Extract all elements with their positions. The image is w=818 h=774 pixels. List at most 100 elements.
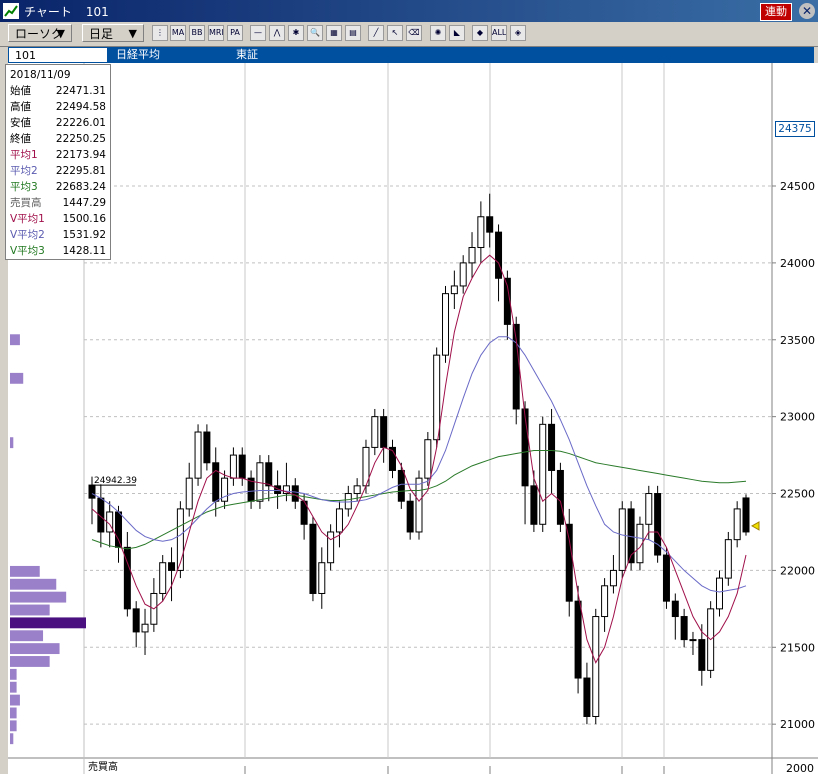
info-value: 22250.25: [55, 133, 106, 145]
info-row: 始値 22471.31: [10, 83, 106, 99]
volume-profile-bar: [10, 681, 17, 693]
candle-body: [618, 508, 626, 571]
candle-body: [203, 431, 211, 464]
candle-body: [168, 562, 176, 571]
candle-body: [715, 577, 723, 610]
info-label: V平均3: [10, 245, 45, 257]
moving-average-1-line: [91, 254, 747, 664]
volume-profile-bar: [10, 656, 50, 667]
info-value: 22471.31: [55, 85, 106, 97]
info-value: 1531.92: [62, 229, 106, 241]
info-label: 平均1: [10, 149, 38, 161]
volume-profile-bar: [10, 630, 44, 642]
volume-profile-bar: [10, 720, 17, 732]
volume-profile-bar: [10, 617, 86, 629]
candle-body: [539, 423, 547, 525]
candle-body: [609, 569, 617, 587]
candle-body: [680, 616, 688, 641]
candle-body: [662, 554, 670, 602]
info-label: 売買高: [10, 197, 42, 209]
candle-body: [318, 562, 326, 594]
candle-body: [406, 500, 414, 533]
volume-profile-bar: [10, 578, 57, 590]
candle-body: [645, 493, 653, 525]
candle-body: [327, 531, 335, 564]
candle-body: [450, 285, 458, 295]
candle-body: [353, 485, 361, 495]
info-row: 終値 22250.25: [10, 131, 106, 147]
volume-profile-bar: [10, 591, 67, 603]
volume-profile-bar: [10, 707, 17, 719]
candle-body: [742, 497, 750, 533]
candle-body: [548, 423, 556, 471]
candle-body: [371, 416, 379, 448]
candle-body: [291, 485, 299, 502]
y-tick-label: 24000: [780, 257, 815, 270]
candle-body: [698, 639, 706, 671]
info-value: 22173.94: [55, 149, 106, 161]
info-label: V平均1: [10, 213, 45, 225]
candle-body: [583, 677, 591, 717]
y-tick-label: 21500: [780, 641, 815, 654]
candle-body: [689, 639, 697, 642]
candle-body: [724, 539, 732, 579]
volume-profile-bar: [10, 372, 24, 384]
info-value: 1428.11: [62, 245, 106, 257]
info-row: 安値 22226.01: [10, 115, 106, 131]
info-row: 高値 22494.58: [10, 99, 106, 115]
ohlc-info-box: 2018/11/09 始値 22471.31 高値 22494.58 安値 22226.0…: [5, 64, 111, 260]
candle-body: [521, 408, 529, 487]
max-marker-label: 24942.39: [94, 476, 137, 486]
info-value: 22494.58: [55, 101, 106, 113]
y-tick-label: 23000: [780, 411, 815, 424]
info-value: 22226.01: [55, 117, 106, 129]
candle-body: [229, 454, 237, 479]
candle-body: [238, 454, 246, 479]
candle-body: [141, 623, 149, 633]
info-label: 高値: [10, 101, 31, 113]
candle-body: [592, 616, 600, 717]
volume-profile-bar: [10, 437, 14, 449]
info-date: 2018/11/09: [10, 69, 71, 81]
candle-body: [433, 354, 441, 441]
info-row: 平均1 22173.94: [10, 147, 106, 163]
info-row: 平均3 22683.24: [10, 179, 106, 195]
volume-profile-bar: [10, 604, 50, 616]
info-label: 安値: [10, 117, 31, 129]
last-price-arrow-icon: [750, 521, 760, 531]
info-value: 22683.24: [55, 181, 106, 193]
moving-average-2-line: [91, 336, 747, 593]
candlestick-chart[interactable]: 21000 21500 22000 22500 23000 23500 24000 24500…: [0, 0, 818, 774]
info-label: V平均2: [10, 229, 45, 241]
info-value: 1447.29: [62, 197, 106, 209]
candle-body: [115, 511, 123, 548]
candle-body: [601, 585, 609, 618]
candle-body: [565, 523, 573, 602]
candle-body: [477, 216, 485, 249]
info-row: V平均2 1531.92: [10, 227, 106, 243]
y-tick-label: 21000: [780, 718, 815, 731]
candle-body: [459, 262, 467, 287]
volume-axis-label: 2000: [786, 762, 814, 774]
candle-body: [468, 247, 476, 264]
info-label: 始値: [10, 85, 31, 97]
candle-body: [556, 469, 564, 525]
candle-body: [574, 600, 582, 679]
volume-profile-bar: [10, 733, 14, 745]
y-tick-label: 22000: [780, 564, 815, 577]
candle-body: [159, 562, 167, 594]
candle-body: [486, 216, 494, 233]
volume-panel-label: 売買高: [88, 760, 118, 773]
info-row: 平均2 22295.81: [10, 163, 106, 179]
candle-body: [309, 523, 317, 594]
candle-body: [265, 462, 273, 487]
candle-body: [397, 469, 405, 502]
candle-body: [344, 493, 352, 510]
y-tick-label: 22500: [780, 488, 815, 501]
current-price-label: 24375: [775, 121, 815, 137]
candle-body: [335, 508, 343, 533]
candle-body: [424, 439, 432, 479]
info-row: V平均1 1500.16: [10, 211, 106, 227]
candle-body: [88, 484, 96, 499]
y-tick-label: 23500: [780, 334, 815, 347]
